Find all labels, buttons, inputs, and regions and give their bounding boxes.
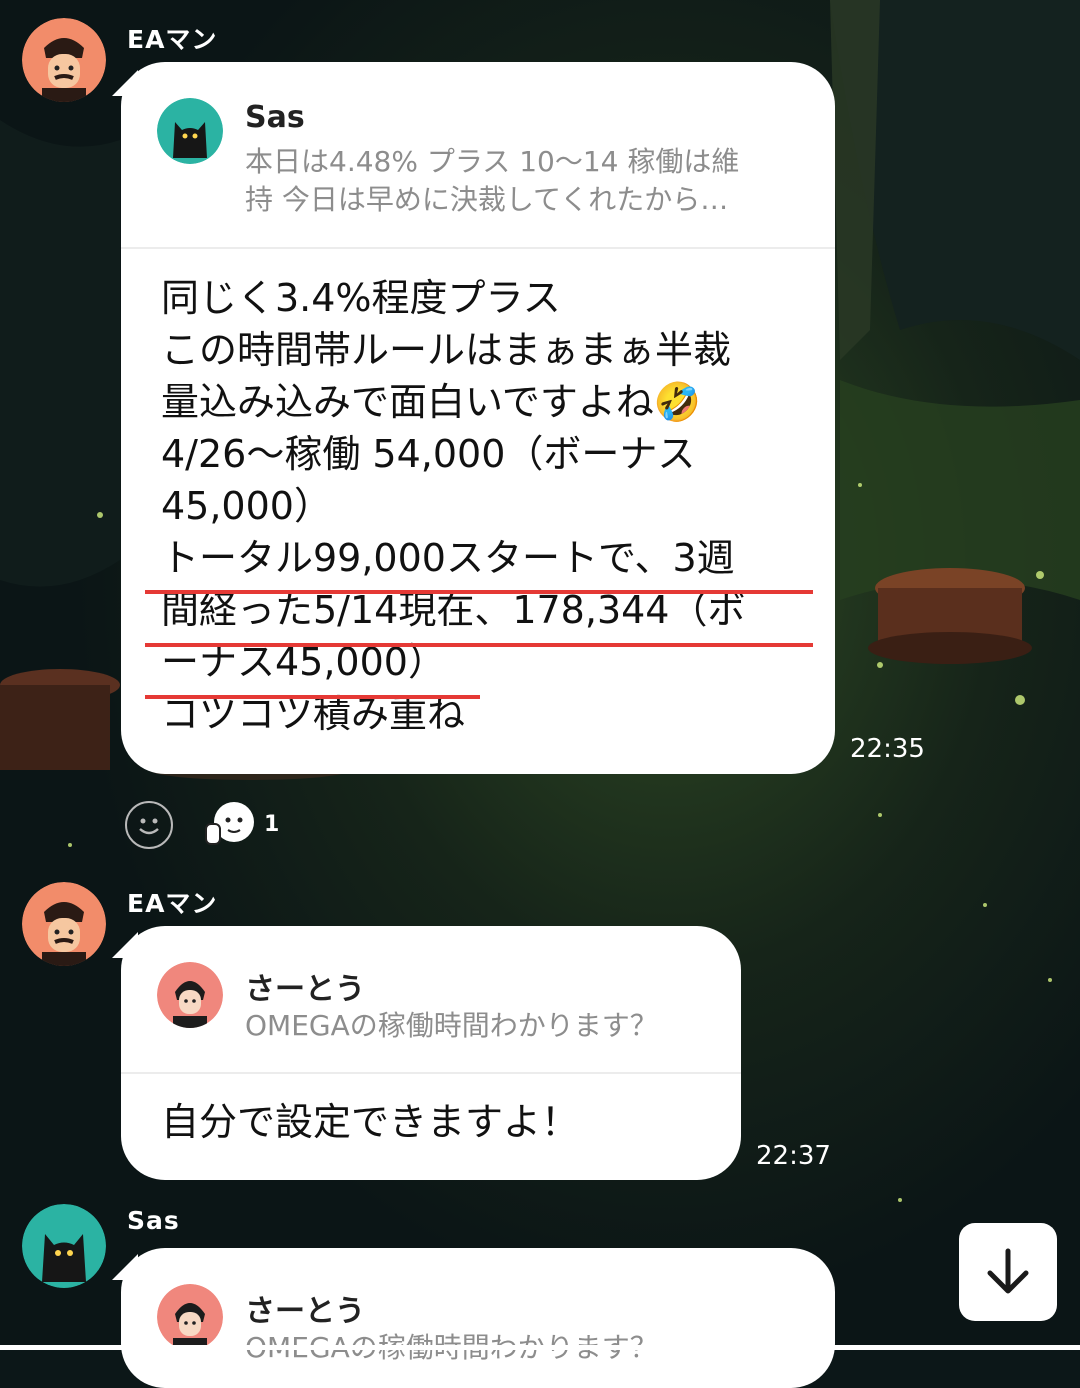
message-text-line: この時間帯ルールはまぁまぁ半裁 (161, 328, 732, 372)
black-cat-icon (22, 1204, 106, 1288)
message-timestamp: 22:35 (850, 734, 925, 764)
quoted-text-line: 持 今日は早めに決裁してくれたから… (245, 183, 729, 216)
quoted-avatar (157, 962, 223, 1028)
message-text-line: トータル99,000スタートで、3週 (161, 536, 735, 580)
quoted-sender-name: さーとう (245, 972, 365, 1007)
avatar-ea-man[interactable] (22, 18, 106, 102)
quoted-text-line: 本日は4.48% プラス 10～14 稼働は維 (245, 145, 740, 178)
sender-name: EAマン (127, 25, 218, 54)
reaction-sticker[interactable] (204, 800, 256, 848)
add-reaction-button[interactable] (125, 801, 173, 849)
man-face-icon (22, 882, 106, 966)
avatar-ea-man[interactable] (22, 882, 106, 966)
message-text-line: 同じく3.4%程度プラス (161, 276, 561, 320)
quoted-sender-name: さーとう (245, 1294, 365, 1329)
highlight-underline (145, 590, 813, 594)
reaction-count: 1 (264, 812, 280, 837)
avatar-sas[interactable] (22, 1204, 106, 1288)
quoted-sender-name: Sas (245, 100, 305, 135)
man-face-icon (22, 18, 106, 102)
message-text-line: 自分で設定できますよ！ (161, 1100, 580, 1144)
message-bubble[interactable]: さーとう OMEGAの稼働時間わかります？ (121, 1248, 835, 1388)
sender-name: Sas (127, 1206, 180, 1235)
arrow-down-icon (987, 1248, 1029, 1294)
quoted-text-line: OMEGAの稼働時間わかります？ (245, 1009, 658, 1042)
sender-name: EAマン (127, 889, 218, 918)
thumbs-up-sticker-icon (205, 802, 254, 845)
reply-quote[interactable]: さーとう OMEGAの稼働時間わかります？ (121, 926, 741, 1074)
message-text-line: 量込み込みで面白いですよね🤣 (161, 376, 701, 428)
scroll-to-bottom-button[interactable] (959, 1223, 1057, 1321)
smiley-add-icon (139, 818, 159, 835)
highlight-underline (145, 643, 813, 647)
black-cat-icon (157, 98, 223, 164)
message-text-line: 4/26～稼働 54,000（ボーナス (161, 432, 696, 476)
message-bubble[interactable]: さーとう OMEGAの稼働時間わかります？ 自分で設定できますよ！ (121, 926, 741, 1180)
message-bubble[interactable]: Sas 本日は4.48% プラス 10～14 稼働は維 持 今日は早めに決裁して… (121, 62, 835, 774)
reply-quote[interactable]: さーとう OMEGAの稼働時間わかります？ (121, 1248, 835, 1388)
quoted-avatar (157, 98, 223, 164)
person-avatar-icon (157, 962, 223, 1028)
laughing-emoji-icon: 🤣 (653, 380, 702, 424)
quoted-avatar (157, 1284, 223, 1350)
reply-quote[interactable]: Sas 本日は4.48% プラス 10～14 稼働は維 持 今日は早めに決裁して… (121, 62, 835, 249)
message-text-line: 45,000） (161, 484, 332, 528)
highlight-underline (145, 695, 480, 699)
message-text-segment: 量込み込みで面白いですよね (161, 380, 654, 424)
person-avatar-icon (157, 1284, 223, 1350)
bottom-edge (0, 1345, 1080, 1350)
message-timestamp: 22:37 (756, 1141, 831, 1171)
